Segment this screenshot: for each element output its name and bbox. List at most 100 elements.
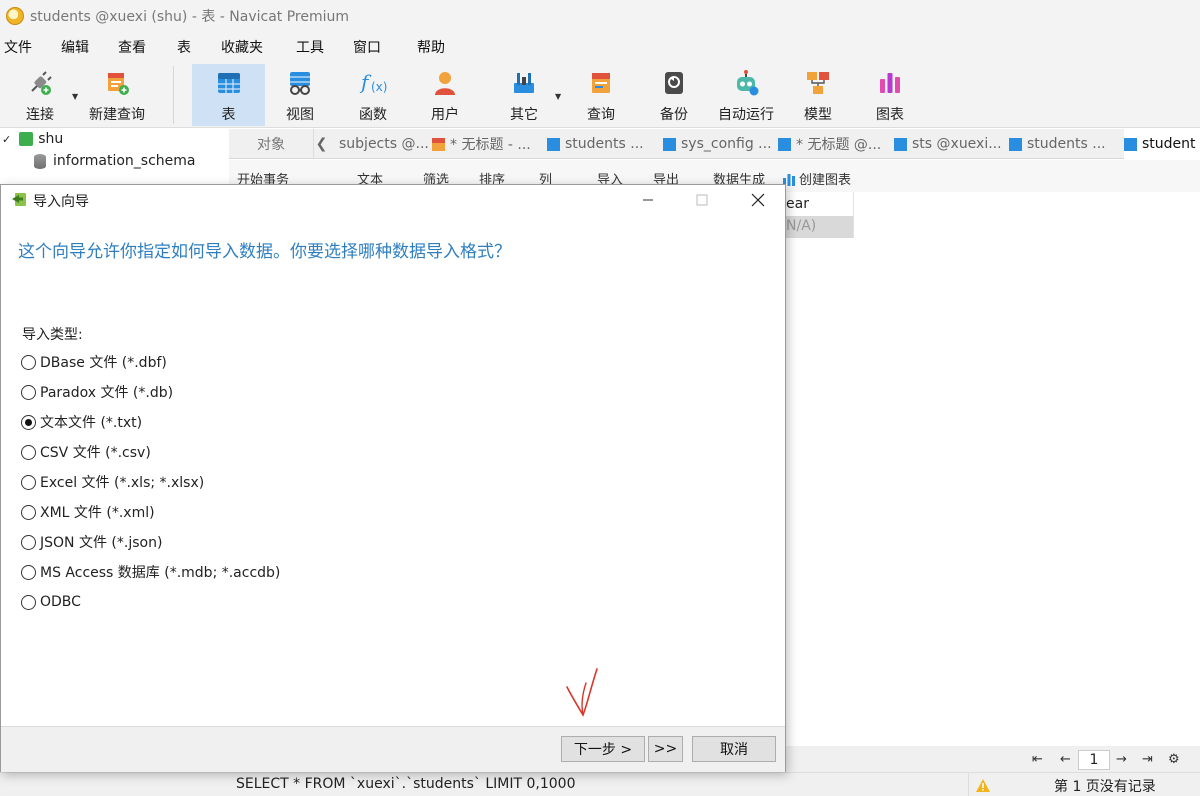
radio-button[interactable] <box>21 534 36 550</box>
robot-icon <box>731 68 761 98</box>
radio-button[interactable] <box>21 384 36 400</box>
radio-button[interactable] <box>21 564 36 580</box>
backup-label: 备份 <box>660 107 688 123</box>
navigator-tree: ✓ shu information_schema <box>0 129 229 189</box>
option-dbase-label: DBase 文件 (*.dbf) <box>40 355 167 371</box>
radio-button[interactable] <box>21 594 36 610</box>
option-odbc-label: ODBC <box>40 594 81 610</box>
option-json[interactable]: JSON 文件 (*.json) <box>21 532 162 552</box>
automation-button[interactable]: 自动运行 <box>714 64 778 126</box>
option-odbc[interactable]: ODBC <box>21 592 81 612</box>
main-toolbar: 连接 ▼ 新建查询 表 视图 f (x) 函数 用户 其它 ▼ 查询 备份 自动… <box>0 62 1200 128</box>
radio-button[interactable] <box>21 474 36 490</box>
last-record-icon[interactable]: ⇥ <box>1142 752 1153 767</box>
tab-strip: 对象 ❮ subjects @... * 无标题 - ... students … <box>229 129 1200 159</box>
create-chart-label: 创建图表 <box>799 173 852 188</box>
option-csv-label: CSV 文件 (*.csv) <box>40 445 151 461</box>
radio-button[interactable] <box>21 444 36 460</box>
other-dropdown-icon[interactable]: ▼ <box>555 92 561 101</box>
function-button[interactable]: f (x) 函数 <box>345 64 401 126</box>
model-label: 模型 <box>804 107 832 123</box>
query-icon <box>586 68 616 98</box>
view-label: 视图 <box>286 107 314 123</box>
function-icon: f (x) <box>358 68 388 98</box>
connection-icon <box>19 132 34 146</box>
tab-sts[interactable]: sts @xuexi... <box>894 129 1006 159</box>
menu-help[interactable]: 帮助 <box>417 37 445 57</box>
query-button[interactable]: 查询 <box>573 64 629 126</box>
automation-label: 自动运行 <box>718 107 774 123</box>
cancel-button[interactable]: 取消 <box>692 736 776 762</box>
import-wizard-icon <box>9 191 27 211</box>
view-icon <box>285 68 315 98</box>
menu-file[interactable]: 文件 <box>4 37 32 57</box>
tab-untitled-2[interactable]: * 无标题 @... <box>778 129 890 159</box>
page-number-input[interactable]: 1 <box>1078 750 1110 770</box>
minimize-icon[interactable] <box>625 185 671 215</box>
create-chart-button[interactable]: 创建图表 <box>782 169 851 188</box>
tab-sys-config-label: sys_config ... <box>681 136 772 152</box>
menu-tools[interactable]: 工具 <box>296 37 324 57</box>
chart-button[interactable]: 图表 <box>862 64 918 126</box>
status-page-info: 第 1 页没有记录 <box>1054 779 1156 795</box>
gear-icon[interactable]: ⚙ <box>1168 752 1180 767</box>
option-paradox-label: Paradox 文件 (*.db) <box>40 385 174 401</box>
tab-objects[interactable]: 对象 <box>257 129 285 159</box>
menu-view[interactable]: 查看 <box>118 37 146 57</box>
chevron-down-icon[interactable]: ✓ <box>2 133 11 146</box>
menu-bar: 文件 编辑 查看 表 收藏夹 工具 窗口 帮助 <box>0 32 1200 62</box>
option-csv[interactable]: CSV 文件 (*.csv) <box>21 442 151 462</box>
model-button[interactable]: 模型 <box>790 64 846 126</box>
menu-edit[interactable]: 编辑 <box>61 37 89 57</box>
tree-connection-shu[interactable]: ✓ shu <box>2 131 63 147</box>
option-excel[interactable]: Excel 文件 (*.xls; *.xlsx) <box>21 472 204 492</box>
tab-scroll-left-icon[interactable]: ❮ <box>313 129 329 159</box>
query-tab-icon <box>432 137 445 151</box>
chart-label: 图表 <box>876 107 904 123</box>
tab-students-2[interactable]: students ... <box>1009 129 1121 159</box>
other-button[interactable]: 其它 <box>496 64 552 126</box>
grid-column: ear N/A) <box>784 192 854 238</box>
maximize-icon[interactable] <box>679 185 725 215</box>
tab-sys-config[interactable]: sys_config ... <box>663 129 775 159</box>
tab-student-active[interactable]: student <box>1124 129 1200 159</box>
window-title: students @xuexi (shu) - 表 - Navicat Prem… <box>30 9 350 25</box>
connect-button[interactable]: 连接 <box>16 64 64 126</box>
warning-icon[interactable] <box>968 773 1046 796</box>
status-bar: SELECT * FROM `xuexi`.`students` LIMIT 0… <box>0 772 1200 796</box>
database-icon <box>34 153 46 169</box>
grid-cell[interactable]: N/A) <box>784 216 853 238</box>
toolbar-separator <box>173 66 174 124</box>
option-ms-access[interactable]: MS Access 数据库 (*.mdb; *.accdb) <box>21 562 280 582</box>
table-label: 表 <box>221 107 236 123</box>
option-text[interactable]: 文本文件 (*.txt) <box>21 412 142 432</box>
option-xml-label: XML 文件 (*.xml) <box>40 505 155 521</box>
table-button[interactable]: 表 <box>192 64 265 126</box>
tab-untitled-1-label: * 无标题 - ... <box>450 137 531 153</box>
finish-skip-button[interactable]: >> <box>648 736 683 762</box>
radio-button[interactable] <box>21 504 36 520</box>
menu-table[interactable]: 表 <box>177 37 191 57</box>
new-query-button[interactable]: 新建查询 <box>86 64 148 126</box>
previous-record-icon[interactable]: ← <box>1060 752 1071 767</box>
option-xml[interactable]: XML 文件 (*.xml) <box>21 502 155 522</box>
tab-untitled-1[interactable]: * 无标题 - ... <box>432 129 542 159</box>
user-button[interactable]: 用户 <box>417 64 473 126</box>
close-icon[interactable] <box>735 185 781 215</box>
backup-button[interactable]: 备份 <box>646 64 702 126</box>
tree-database-information-schema[interactable]: information_schema <box>34 153 196 169</box>
option-paradox[interactable]: Paradox 文件 (*.db) <box>21 382 173 402</box>
radio-button[interactable] <box>21 354 36 370</box>
first-record-icon[interactable]: ⇤ <box>1032 752 1043 767</box>
connect-dropdown-icon[interactable]: ▼ <box>72 92 78 101</box>
next-button[interactable]: 下一步 > <box>561 736 645 762</box>
view-button[interactable]: 视图 <box>272 64 328 126</box>
menu-favorites[interactable]: 收藏夹 <box>221 37 263 57</box>
tab-subjects[interactable]: subjects @... <box>339 129 439 159</box>
grid-column-header[interactable]: ear <box>784 192 853 216</box>
menu-window[interactable]: 窗口 <box>353 37 381 57</box>
option-dbase[interactable]: DBase 文件 (*.dbf) <box>21 352 167 372</box>
tab-students-1[interactable]: students ... <box>547 129 659 159</box>
next-record-icon[interactable]: → <box>1116 752 1127 767</box>
radio-button-selected[interactable] <box>21 414 36 430</box>
